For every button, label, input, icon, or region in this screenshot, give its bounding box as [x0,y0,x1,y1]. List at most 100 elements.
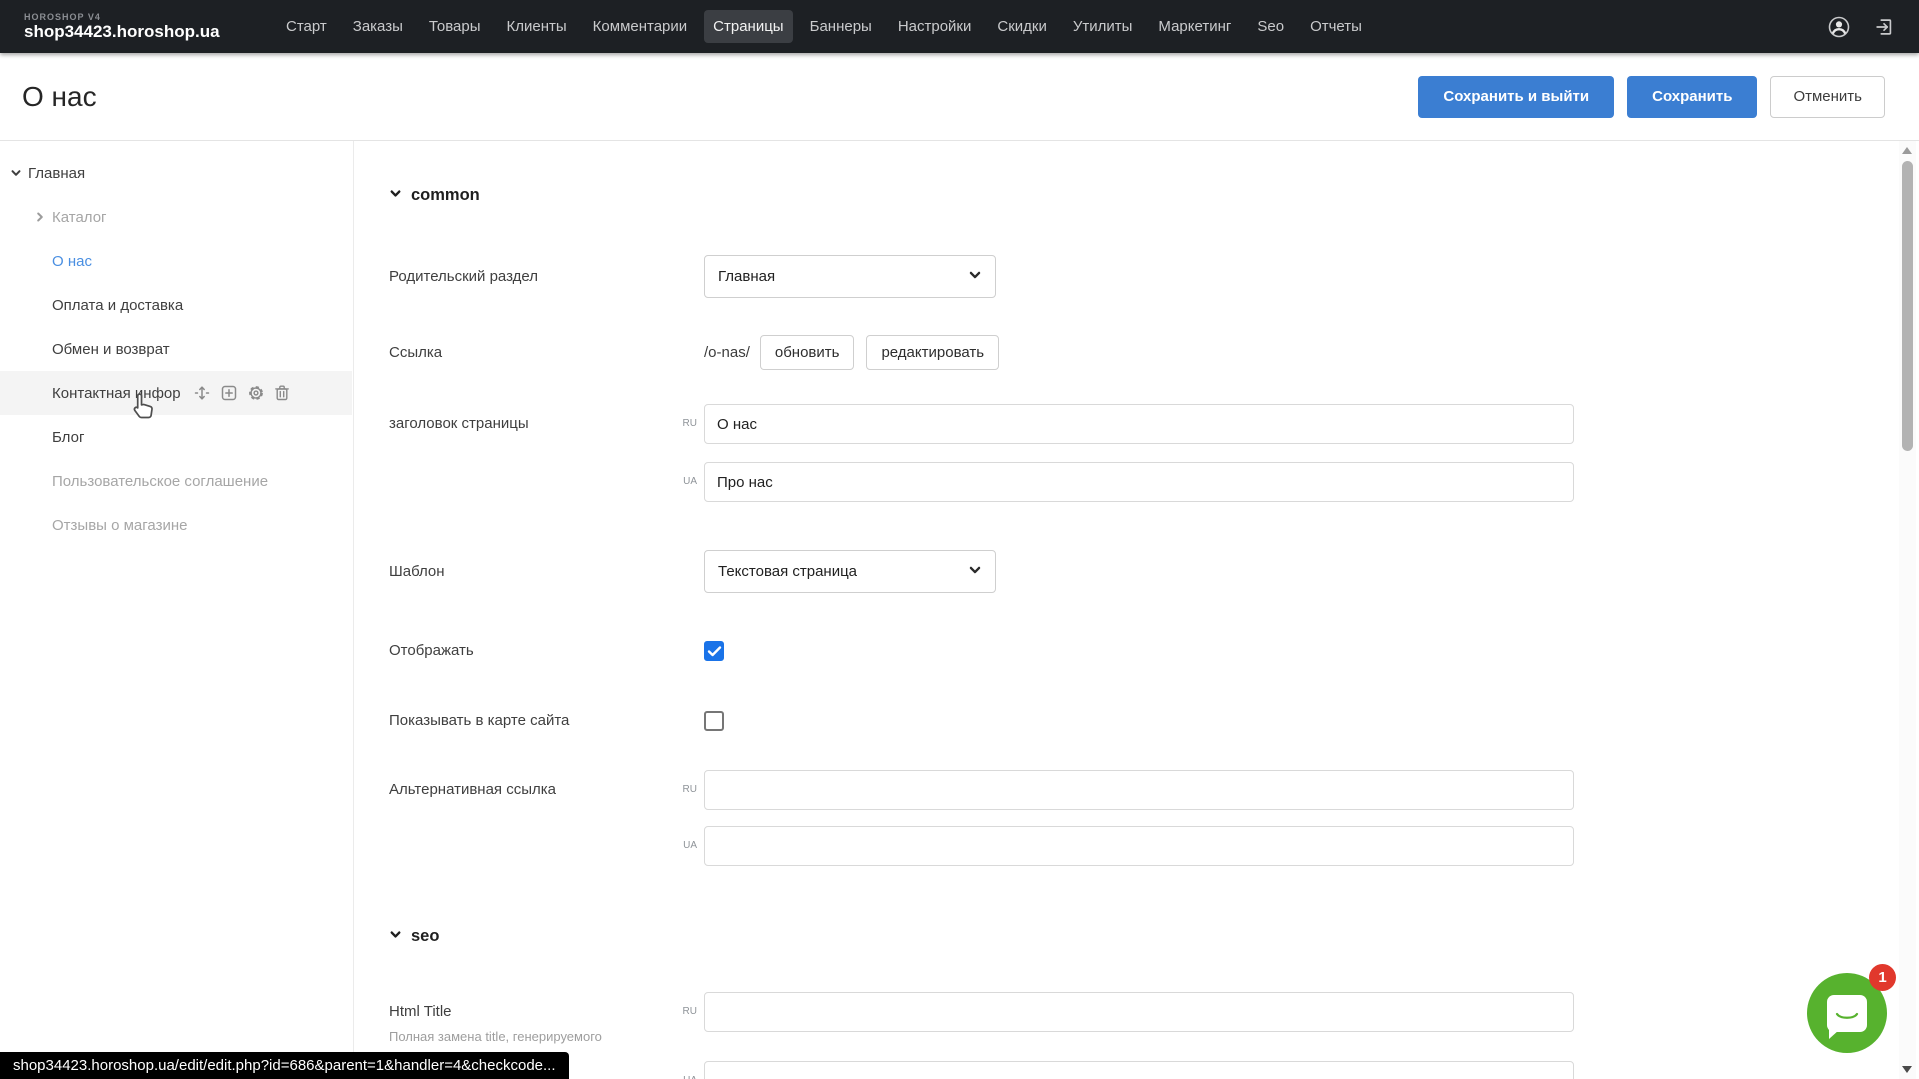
select-value: Текстовая страница [718,563,857,580]
chat-badge: 1 [1869,964,1896,991]
tree-row-actions [193,384,290,402]
scroll-up-icon[interactable] [1902,147,1912,154]
page-title-ua-input[interactable] [704,462,1574,502]
display-checkbox[interactable] [704,641,724,661]
link-edit-button[interactable]: редактировать [866,335,999,370]
logout-icon[interactable] [1873,16,1895,38]
sidebar-item-label: Отзывы о магазине [52,517,187,534]
account-icon[interactable] [1827,15,1851,39]
lang-badge-ru: RU [679,770,704,810]
nav-item-utilities[interactable]: Утилиты [1064,10,1142,43]
cancel-button[interactable]: Отменить [1770,76,1885,118]
sidebar-item-otzyvy-o-magazine[interactable]: Отзывы о магазине [0,503,352,547]
sidebar-item-label: Оплата и доставка [52,297,183,314]
chevron-down-icon [968,268,982,286]
field-label: Html Title [389,1003,452,1020]
section-common[interactable]: common [389,185,1893,205]
sidebar-item-blog[interactable]: Блог [0,415,352,459]
sitemap-checkbox[interactable] [704,711,724,731]
field-label: Ссылка [389,343,679,363]
nav-item-reports[interactable]: Отчеты [1301,10,1371,43]
alt-link-ru-input[interactable] [704,770,1574,810]
nav-item-comments[interactable]: Комментарии [584,10,696,43]
nav-item-discounts[interactable]: Скидки [988,10,1055,43]
vertical-scrollbar[interactable] [1899,141,1916,1079]
section-seo[interactable]: seo [389,926,1893,946]
nav-item-products[interactable]: Товары [420,10,490,43]
status-url-tooltip: shop34423.horoshop.ua/edit/edit.php?id=6… [0,1052,569,1079]
sidebar-item-label: Контактная инфор [52,385,181,402]
alt-link-ua-row: UA [389,826,1893,866]
field-label: Шаблон [389,562,679,582]
sitemap-row: Показывать в карте сайта [389,711,1893,731]
link-refresh-button[interactable]: обновить [760,335,855,370]
nav-item-seo[interactable]: Seo [1248,10,1293,43]
section-title: common [411,186,480,205]
lang-badge-ua: UA [679,1061,704,1079]
nav-item-banners[interactable]: Баннеры [801,10,881,43]
sidebar-item-glavnaya[interactable]: Главная [0,151,352,195]
brand: HOROSHOP V4 shop34423.horoshop.ua [24,12,249,42]
chevron-down-icon[interactable] [10,167,26,179]
nav-item-settings[interactable]: Настройки [889,10,981,43]
lang-badge-ru: RU [679,404,704,444]
page-title-ru-input[interactable] [704,404,1574,444]
sidebar-item-label: Обмен и возврат [52,341,170,358]
field-label: заголовок страницы [389,414,679,434]
chat-bubble-icon [1827,995,1867,1032]
field-hint: Полная замена title, генерируемого [389,1029,679,1046]
sidebar-item-oplata-i-dostavka[interactable]: Оплата и доставка [0,283,352,327]
section-title: seo [411,927,439,946]
gear-icon[interactable] [247,384,265,402]
sidebar-item-label: О нас [52,253,92,270]
page-title: О нас [22,81,97,113]
page-title-ru-row: заголовок страницы RU [389,404,1893,444]
lang-badge-ru: RU [679,992,704,1032]
nav-item-start[interactable]: Старт [277,10,336,43]
alt-link-ua-input[interactable] [704,826,1574,866]
page-title-ua-row: UA [389,462,1893,502]
scroll-down-icon[interactable] [1902,1066,1912,1073]
chat-widget-button[interactable]: 1 [1807,973,1887,1053]
app-root: HOROSHOP V4 shop34423.horoshop.ua Старт … [0,0,1919,1079]
brand-domain: shop34423.horoshop.ua [24,22,249,42]
sidebar-item-label: Пользовательское соглашение [52,473,268,490]
scrollbar-thumb[interactable] [1902,161,1913,451]
sidebar-item-katalog[interactable]: Каталог [0,195,352,239]
sidebar-item-polzovatelskoe-soglashenie[interactable]: Пользовательское соглашение [0,459,352,503]
sidebar-item-obmen-i-vozvrat[interactable]: Обмен и возврат [0,327,352,371]
html-title-ru-row: Html Title Полная замена title, генериру… [389,992,1893,1045]
nav-item-clients[interactable]: Клиенты [498,10,576,43]
html-title-ru-input[interactable] [704,992,1574,1032]
chevron-down-icon [968,563,982,581]
lang-badge-ua: UA [679,826,704,866]
save-exit-button[interactable]: Сохранить и выйти [1418,76,1614,118]
parent-section-select[interactable]: Главная [704,255,996,298]
template-select[interactable]: Текстовая страница [704,550,996,593]
lang-badge-ua: UA [679,462,704,502]
trash-icon[interactable] [274,384,290,402]
chevron-down-icon [389,927,402,946]
field-label: Альтернативная ссылка [389,780,679,800]
move-icon[interactable] [193,384,211,402]
display-row: Отображать [389,641,1893,661]
nav-item-orders[interactable]: Заказы [344,10,412,43]
save-button[interactable]: Сохранить [1627,76,1757,118]
chevron-right-icon[interactable] [34,211,50,223]
link-row: Ссылка /o-nas/ обновить редактировать [389,335,1893,370]
nav-item-marketing[interactable]: Маркетинг [1149,10,1240,43]
field-label: Родительский раздел [389,267,679,287]
page-header: О нас Сохранить и выйти Сохранить Отмени… [0,53,1919,141]
nav-item-pages[interactable]: Страницы [704,10,792,43]
sidebar-item-o-nas[interactable]: О нас [0,239,352,283]
chevron-down-icon [389,186,402,205]
sidebar-item-kontaktnaya-informatsiya[interactable]: Контактная инфор [0,371,352,415]
sidebar-item-label: Главная [28,165,85,182]
add-icon[interactable] [220,384,238,402]
header-buttons: Сохранить и выйти Сохранить Отменить [1418,76,1885,118]
main-nav: Старт Заказы Товары Клиенты Комментарии … [277,10,1371,43]
pages-tree-sidebar: Главная Каталог О нас Оплата и доставка … [0,141,352,1079]
html-title-ua-input[interactable] [704,1061,1574,1079]
brand-version: HOROSHOP V4 [24,12,249,22]
topbar-right [1827,15,1895,39]
